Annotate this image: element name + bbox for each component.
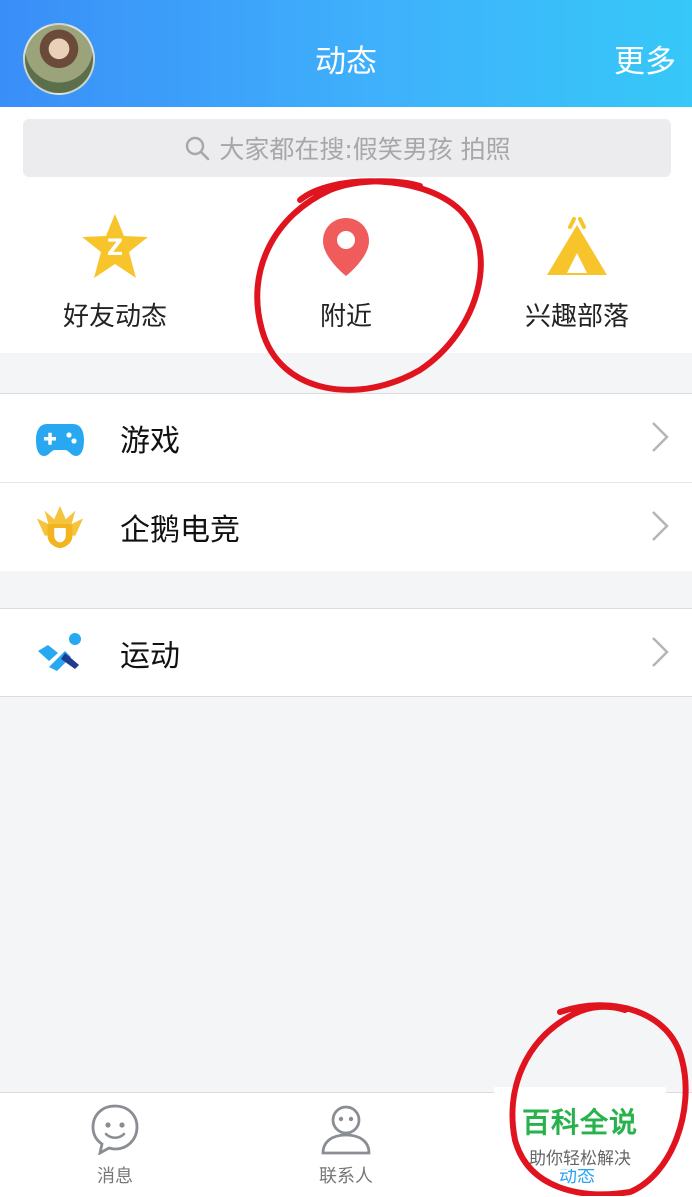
tent-icon: [462, 212, 692, 282]
search-icon: [183, 134, 211, 162]
quick-link-nearby[interactable]: 附近: [231, 212, 461, 333]
list-item-label: 运动: [120, 639, 180, 674]
tab-label: 联系人: [319, 1166, 373, 1187]
tab-contacts[interactable]: 联系人: [231, 1093, 461, 1197]
qzone-star-icon: Z: [0, 212, 230, 282]
quick-link-label: 兴趣部落: [524, 302, 629, 332]
top-area: 大家都在搜:假笑男孩 拍照 Z 好友动态 附近 兴趣部落: [0, 107, 692, 353]
tab-messages[interactable]: 消息: [0, 1093, 230, 1197]
list-item-games[interactable]: 游戏: [0, 394, 692, 483]
section-divider: [0, 696, 692, 697]
search-bar[interactable]: 大家都在搜:假笑男孩 拍照: [23, 119, 671, 177]
quick-link-label: 附近: [319, 302, 372, 332]
esports-badge-icon: [35, 502, 85, 552]
list-item-label: 企鹅电竞: [120, 513, 240, 548]
top-header: 动态 更多: [0, 0, 692, 107]
quick-link-friend-feed[interactable]: Z 好友动态: [0, 212, 230, 333]
watermark-badge: 百科全说 助你轻松解决: [494, 1087, 666, 1169]
chevron-right-icon: [652, 422, 669, 452]
watermark-subtitle: 助你轻松解决: [529, 1149, 631, 1169]
list-group-games: 游戏 企鹅电竞: [0, 394, 692, 571]
chevron-right-icon: [652, 637, 669, 667]
location-pin-icon: [231, 212, 461, 282]
page-title: 动态: [315, 44, 377, 80]
list-item-sports[interactable]: 运动: [0, 609, 692, 697]
list-item-esports[interactable]: 企鹅电竞: [0, 483, 692, 571]
quick-link-label: 好友动态: [62, 302, 167, 332]
list-group-sports: 运动: [0, 609, 692, 697]
contact-person-icon: [231, 1103, 461, 1157]
svg-text:Z: Z: [107, 236, 123, 261]
running-icon: [35, 628, 85, 678]
list-item-label: 游戏: [120, 424, 180, 459]
chevron-right-icon: [652, 511, 669, 541]
tab-label: 消息: [97, 1166, 133, 1187]
more-button[interactable]: 更多: [614, 36, 676, 81]
watermark-title: 百科全说: [521, 1106, 638, 1139]
chat-bubble-icon: [0, 1103, 230, 1157]
gamepad-icon: [35, 413, 85, 463]
search-placeholder: 大家都在搜:假笑男孩 拍照: [219, 135, 511, 164]
quick-link-interest-tribe[interactable]: 兴趣部落: [462, 212, 692, 333]
